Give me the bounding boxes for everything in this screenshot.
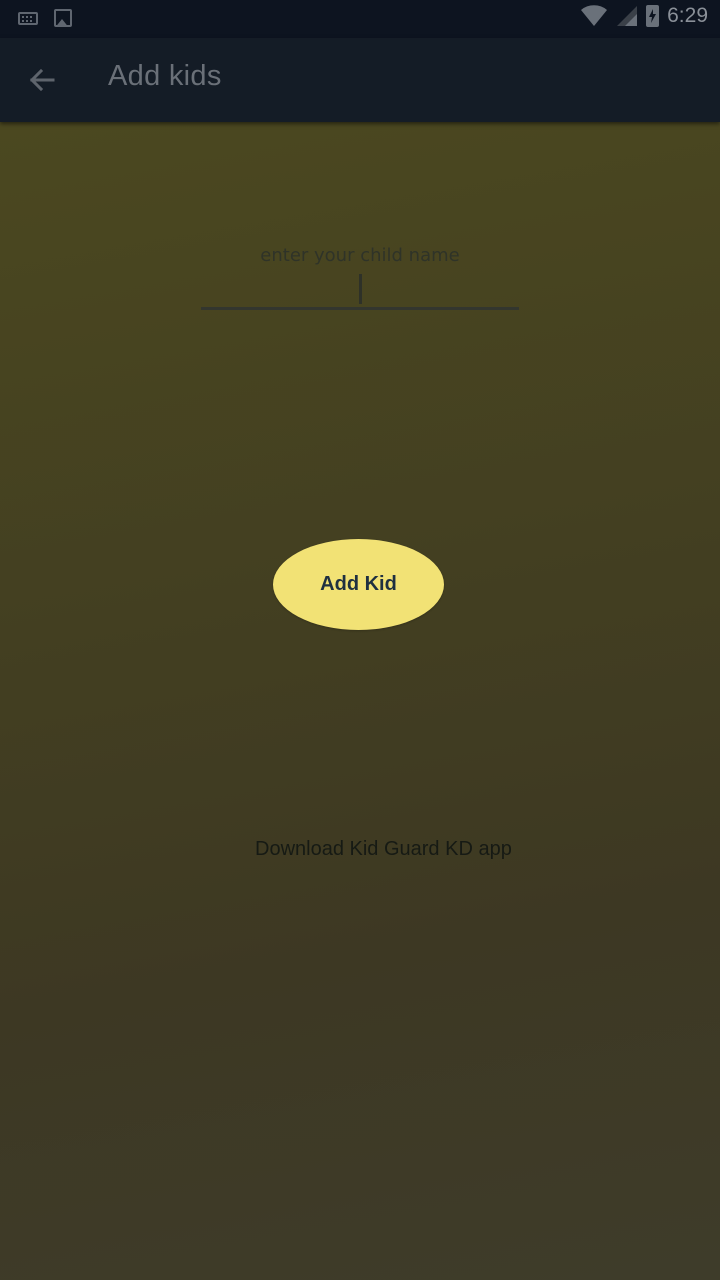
child-name-field <box>201 234 519 314</box>
main-content: Add Kid Download Kid Guard KD app <box>0 122 720 1280</box>
battery-charging-icon <box>646 5 660 27</box>
status-time: 6:29 <box>667 4 708 27</box>
download-app-link[interactable]: Download Kid Guard KD app <box>255 838 512 861</box>
wifi-icon <box>581 5 608 27</box>
back-button[interactable] <box>18 56 66 104</box>
text-cursor <box>359 274 362 304</box>
cellular-signal-icon <box>617 6 638 26</box>
keyboard-icon <box>18 11 38 25</box>
page-title: Add kids <box>108 60 222 92</box>
status-bar: 6:29 <box>0 0 720 38</box>
status-indicators: 6:29 <box>580 4 708 28</box>
arrow-back-icon <box>29 68 55 92</box>
add-kid-button[interactable]: Add Kid <box>273 539 444 630</box>
app-bar: Add kids <box>0 38 720 122</box>
screen: 6:29 Add kids Add Kid Download Kid Guard… <box>0 0 720 1280</box>
status-notifications <box>18 9 72 27</box>
image-icon <box>54 9 72 27</box>
